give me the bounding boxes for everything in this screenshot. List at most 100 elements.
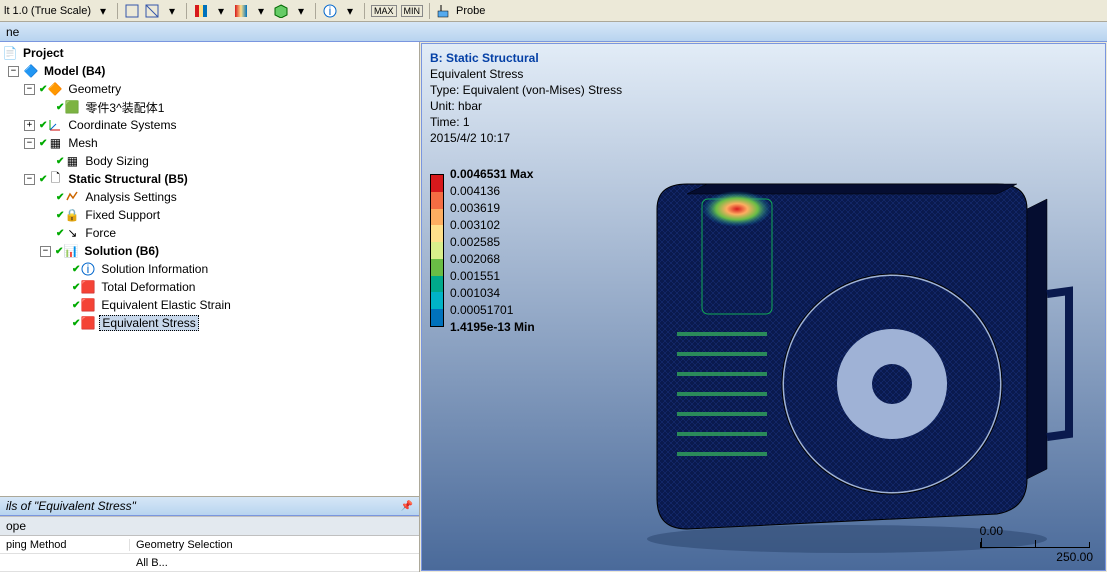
dropdown-icon[interactable]: ▾	[164, 3, 180, 19]
svg-text:i: i	[87, 262, 90, 276]
scale-ruler: 0.00 250.00	[980, 524, 1093, 564]
geometry-icon: 🔶	[47, 81, 63, 97]
project-tree[interactable]: 📄 Project − 🔷 Model (B4) − ✔ 🔶 Geometry …	[0, 42, 419, 496]
outline-header: ne	[0, 22, 1107, 42]
wireframe-icon-2[interactable]	[144, 3, 160, 19]
result-icon: 🟥	[80, 279, 96, 295]
dropdown-icon[interactable]: ▾	[293, 3, 309, 19]
group-label: ope	[6, 519, 26, 533]
tree-body-sizing[interactable]: ✔ ▦ Body Sizing	[0, 152, 419, 170]
tree-label: Equivalent Elastic Strain	[99, 298, 232, 312]
tree-eq-strain[interactable]: ✔ 🟥 Equivalent Elastic Strain	[0, 296, 419, 314]
tree-label: Solution (B6)	[82, 244, 161, 258]
tree-static[interactable]: − ✔ 🗋 Static Structural (B5)	[0, 170, 419, 188]
status-check-icon: ✔	[56, 102, 64, 113]
annotation-line: Equivalent Stress	[430, 66, 622, 82]
separator	[186, 3, 187, 19]
tree-label: Force	[83, 226, 118, 240]
main-area: 📄 Project − 🔷 Model (B4) − ✔ 🔶 Geometry …	[0, 42, 1107, 572]
contour-icon[interactable]	[193, 3, 209, 19]
annotation-line: 2015/4/2 10:17	[430, 130, 622, 146]
dropdown-icon[interactable]: ▾	[342, 3, 358, 19]
detail-value[interactable]: All B...	[130, 557, 419, 569]
scale-bar	[980, 542, 1090, 548]
tree-mesh[interactable]: − ✔ ▦ Mesh	[0, 134, 419, 152]
tree-force[interactable]: ✔ ↘ Force	[0, 224, 419, 242]
tree-total-deformation[interactable]: ✔ 🟥 Total Deformation	[0, 278, 419, 296]
legend-segment	[431, 292, 443, 309]
legend-color-bar	[430, 174, 444, 327]
scale-value: 250.00	[980, 550, 1093, 564]
max-button[interactable]: MAX	[371, 5, 397, 17]
status-check-icon: ✔	[72, 264, 80, 275]
scale-readout: lt 1.0 (True Scale)	[4, 5, 91, 17]
tree-eq-stress[interactable]: ✔ 🟥 Equivalent Stress	[0, 314, 419, 332]
expand-icon[interactable]: +	[24, 120, 35, 131]
details-title: ils of "Equivalent Stress"	[6, 499, 136, 513]
model-icon: 🔷	[23, 63, 39, 79]
legend-segment	[431, 192, 443, 209]
legend-segment	[431, 225, 443, 242]
tree-model[interactable]: − 🔷 Model (B4)	[0, 62, 419, 80]
collapse-icon[interactable]: −	[40, 246, 51, 257]
legend-value: 0.0046531 Max	[450, 166, 535, 183]
wireframe-icon[interactable]	[124, 3, 140, 19]
collapse-icon[interactable]: −	[8, 66, 19, 77]
tree-label: Fixed Support	[83, 208, 162, 222]
tree-label: Body Sizing	[83, 154, 150, 168]
fixed-support-icon: 🔒	[64, 207, 80, 223]
project-icon: 📄	[2, 45, 18, 61]
status-check-icon: ✔	[56, 192, 64, 203]
dropdown-icon[interactable]: ▾	[253, 3, 269, 19]
top-toolbar: lt 1.0 (True Scale) ▾ ▾ ▾ ▾ ▾ i ▾ MAX MI…	[0, 0, 1107, 22]
collapse-icon[interactable]: −	[24, 174, 35, 185]
min-button[interactable]: MIN	[401, 5, 424, 17]
probe-button[interactable]: Probe	[456, 5, 485, 17]
detail-key: ping Method	[0, 539, 130, 551]
status-check-icon: ✔	[39, 138, 47, 149]
result-icon: 🟥	[80, 297, 96, 313]
collapse-icon[interactable]: −	[24, 138, 35, 149]
legend-value: 0.001034	[450, 285, 535, 302]
annotation-title: B: Static Structural	[430, 50, 622, 66]
tree-geometry[interactable]: − ✔ 🔶 Geometry	[0, 80, 419, 98]
tree-part[interactable]: ✔ 🟩 零件3^装配体1	[0, 98, 419, 116]
annotation-line: Unit: hbar	[430, 98, 622, 114]
status-check-icon: ✔	[55, 246, 63, 257]
graphics-viewport[interactable]: B: Static Structural Equivalent Stress T…	[421, 43, 1106, 571]
legend-value: 0.002068	[450, 251, 535, 268]
separator	[364, 3, 365, 19]
legend-segment	[431, 259, 443, 276]
dropdown-icon[interactable]: ▾	[213, 3, 229, 19]
tree-sol-info[interactable]: ✔ i Solution Information	[0, 260, 419, 278]
force-icon: ↘	[64, 225, 80, 241]
tree-coord[interactable]: + ✔ Coordinate Systems	[0, 116, 419, 134]
legend-value: 0.003619	[450, 200, 535, 217]
separator	[117, 3, 118, 19]
status-check-icon: ✔	[39, 84, 47, 95]
pin-icon[interactable]: 📌	[401, 501, 413, 512]
svg-text:i: i	[329, 4, 332, 18]
tree-label: 零件3^装配体1	[83, 99, 166, 116]
details-row-geometry[interactable]: All B...	[0, 554, 419, 572]
tree-solution[interactable]: − ✔ 📊 Solution (B6)	[0, 242, 419, 260]
contour-smooth-icon[interactable]	[233, 3, 249, 19]
status-check-icon: ✔	[72, 282, 80, 293]
tree-project[interactable]: 📄 Project	[0, 44, 419, 62]
status-check-icon: ✔	[39, 120, 47, 131]
details-row-scoping[interactable]: ping Method Geometry Selection	[0, 536, 419, 554]
probe-info-icon[interactable]: i	[322, 3, 338, 19]
tree-fixed-support[interactable]: ✔ 🔒 Fixed Support	[0, 206, 419, 224]
result-annotation: B: Static Structural Equivalent Stress T…	[430, 50, 622, 146]
collapse-icon[interactable]: −	[24, 84, 35, 95]
iso-icon[interactable]	[273, 3, 289, 19]
legend-value: 0.001551	[450, 268, 535, 285]
detail-value[interactable]: Geometry Selection	[130, 539, 419, 551]
tree-label: Total Deformation	[99, 280, 197, 294]
dropdown-icon[interactable]: ▾	[95, 3, 111, 19]
status-check-icon: ✔	[56, 156, 64, 167]
tree-analysis[interactable]: ✔ Analysis Settings	[0, 188, 419, 206]
probe-icon[interactable]	[436, 3, 452, 19]
details-group-scope[interactable]: ope	[0, 516, 419, 536]
tree-label: Project	[21, 46, 66, 60]
